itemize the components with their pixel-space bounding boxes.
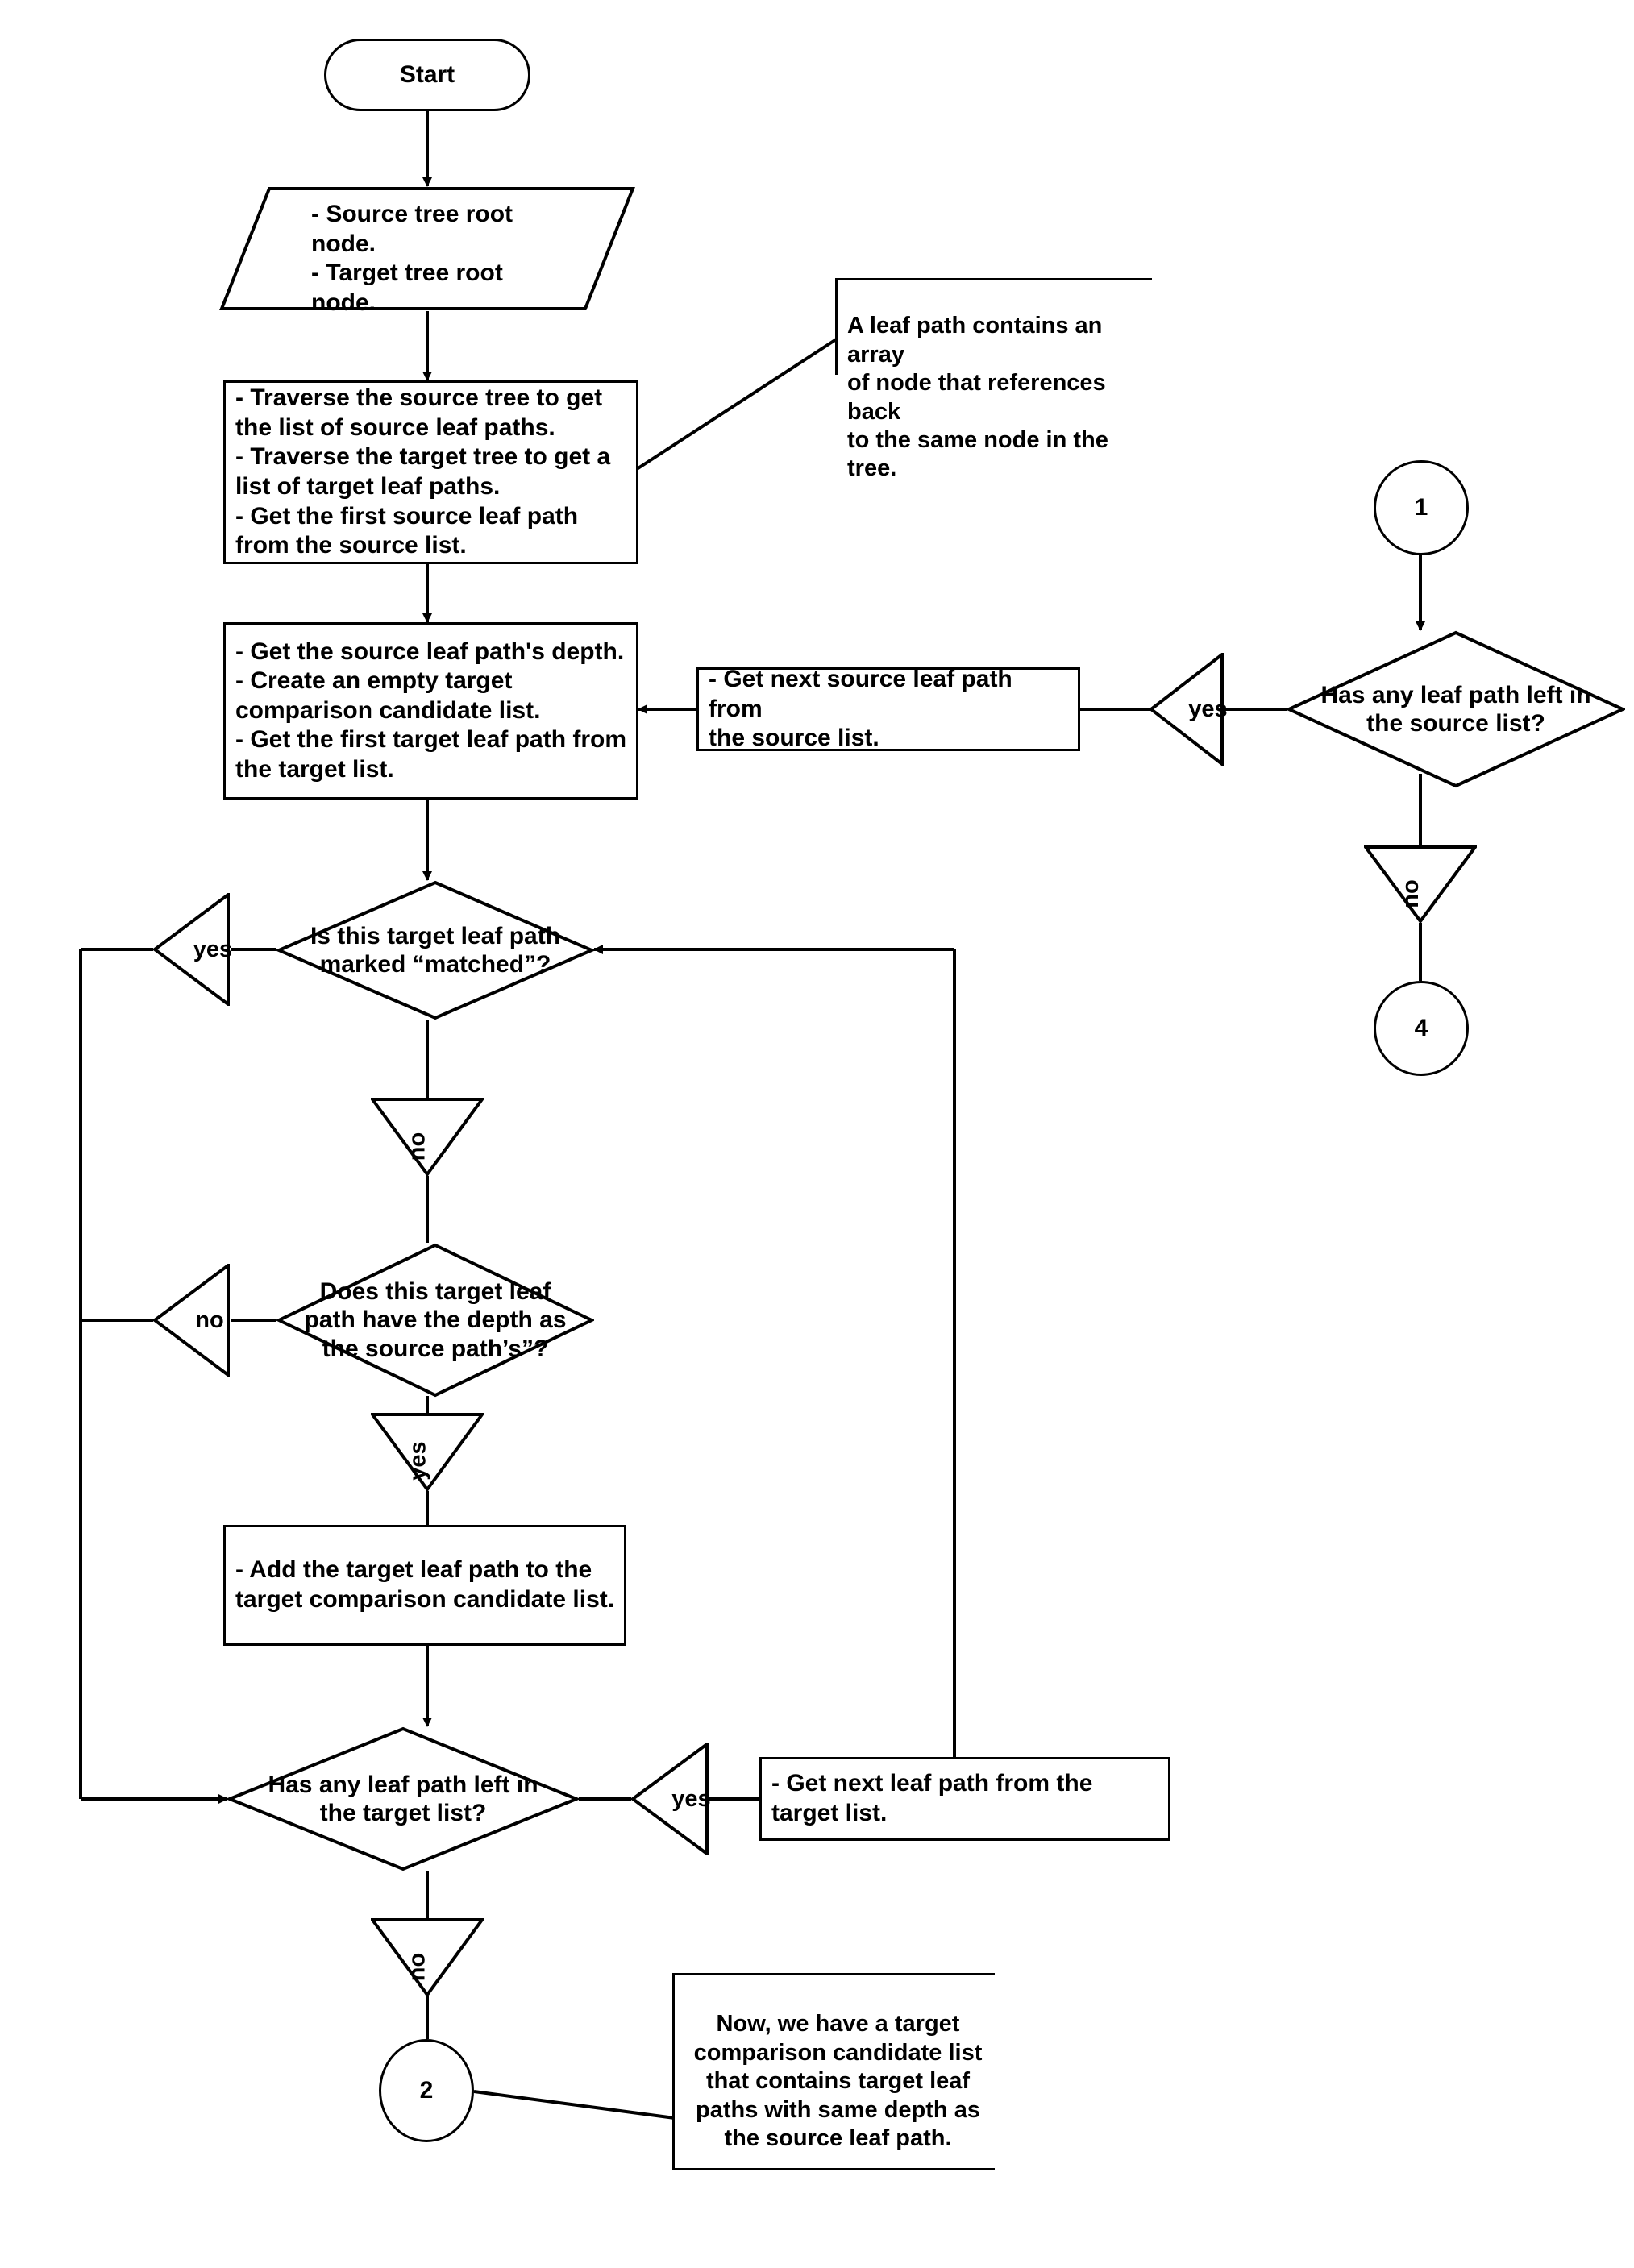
get-next-source-label: - Get next source leaf path from the sou… bbox=[709, 666, 1012, 752]
setup-depth-process[interactable]: - Get the source leaf path's depth. - Cr… bbox=[223, 622, 638, 800]
connector-2-label: 2 bbox=[419, 2077, 434, 2104]
candidate-list-note: Now, we have a target comparison candida… bbox=[672, 1973, 995, 2170]
get-next-source-process[interactable]: - Get next source leaf path from the sou… bbox=[696, 666, 1080, 752]
start-terminator[interactable]: Start bbox=[324, 39, 530, 111]
edge-label-target-left-no: no bbox=[371, 1918, 484, 1996]
edge-label-matched-no: no bbox=[371, 1098, 484, 1176]
input-roots-parallelogram[interactable]: - Source tree root node. - Target tree r… bbox=[219, 186, 635, 316]
connector-4-label: 4 bbox=[1414, 1015, 1428, 1041]
start-label: Start bbox=[399, 61, 455, 88]
depth-yes-label: yes bbox=[405, 1441, 431, 1481]
source-left-no-label: no bbox=[1397, 879, 1424, 908]
add-candidate-label: - Add the target leaf path to the target… bbox=[235, 1556, 615, 1613]
get-next-target-label: - Get next leaf path from the target lis… bbox=[771, 1770, 1093, 1826]
edge-label-matched-yes: yes bbox=[153, 893, 232, 1006]
decision-target-list-remaining[interactable]: Has any leaf path left in the target lis… bbox=[227, 1726, 579, 1871]
decision-depth-equal[interactable]: Does this target leaf path have the dept… bbox=[276, 1243, 594, 1398]
flowchart-canvas: Start - Source tree root node. - Target … bbox=[0, 0, 1634, 2268]
source-left-yes-label: yes bbox=[1188, 696, 1228, 722]
setup-depth-label: - Get the source leaf path's depth. - Cr… bbox=[235, 638, 627, 783]
decision-source-list-label: Has any leaf path left in the source lis… bbox=[1320, 681, 1591, 737]
edge-label-depth-no: no bbox=[153, 1264, 231, 1377]
connector-circle-1[interactable]: 1 bbox=[1374, 460, 1469, 555]
decision-matched-label: Is this target leaf path marked “matched… bbox=[310, 922, 561, 978]
add-candidate-process[interactable]: - Add the target leaf path to the target… bbox=[223, 1525, 626, 1646]
traverse-trees-process[interactable]: - Traverse the source tree to get the li… bbox=[223, 380, 638, 564]
connector-lines bbox=[79, 111, 1425, 2120]
target-left-no-label: no bbox=[404, 1952, 430, 1982]
traverse-trees-label: - Traverse the source tree to get the li… bbox=[235, 384, 611, 559]
leaf-path-note: A leaf path contains an array of node th… bbox=[835, 278, 1152, 481]
decision-target-list-label: Has any leaf path left in the target lis… bbox=[268, 1771, 538, 1826]
connector-circle-2[interactable]: 2 bbox=[379, 2039, 474, 2142]
depth-no-label: no bbox=[195, 1306, 224, 1333]
candidate-list-note-label: Now, we have a target comparison candida… bbox=[693, 2011, 983, 2151]
decision-source-list-remaining[interactable]: Has any leaf path left in the source lis… bbox=[1287, 630, 1625, 788]
matched-yes-label: yes bbox=[193, 936, 233, 962]
matched-no-label: no bbox=[404, 1132, 430, 1161]
leaf-path-note-label: A leaf path contains an array of node th… bbox=[847, 313, 1108, 482]
connector-circle-4[interactable]: 4 bbox=[1374, 981, 1469, 1076]
edge-label-depth-yes: yes bbox=[371, 1413, 484, 1491]
input-roots-label: - Source tree root node. - Target tree r… bbox=[311, 201, 513, 316]
edge-label-source-left-no: no bbox=[1364, 845, 1477, 923]
decision-depth-label: Does this target leaf path have the dept… bbox=[304, 1277, 567, 1362]
get-next-target-process[interactable]: - Get next leaf path from the target lis… bbox=[759, 1757, 1170, 1841]
decision-target-marked-matched[interactable]: Is this target leaf path marked “matched… bbox=[276, 880, 594, 1020]
connector-1-label: 1 bbox=[1414, 494, 1428, 521]
edge-label-source-left-yes: yes bbox=[1150, 653, 1228, 766]
target-left-yes-label: yes bbox=[671, 1785, 711, 1812]
edge-label-target-left-yes: yes bbox=[631, 1743, 711, 1855]
